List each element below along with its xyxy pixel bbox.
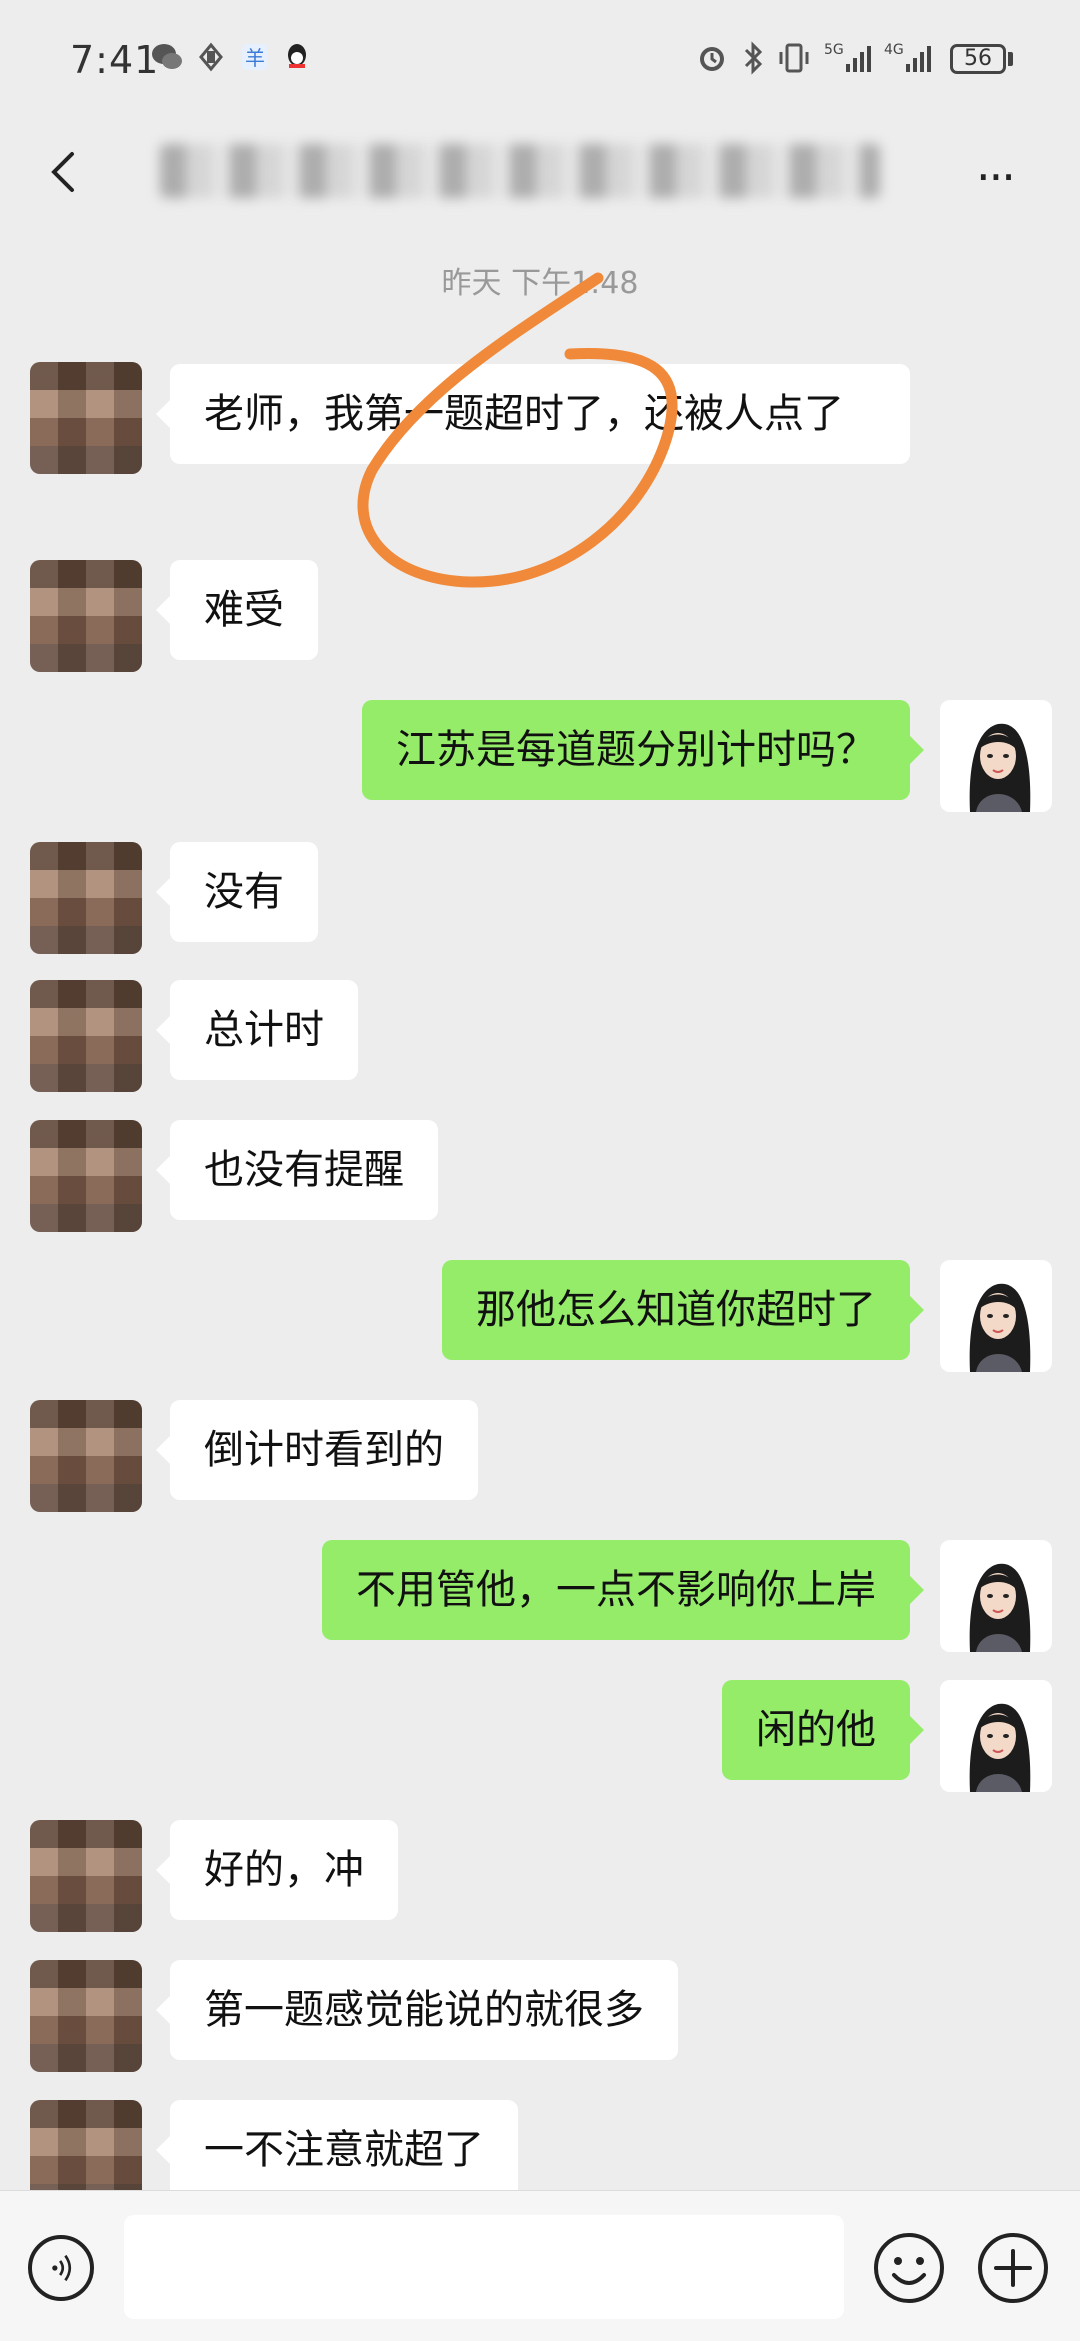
my-avatar[interactable] xyxy=(940,700,1052,812)
wechat-icon xyxy=(152,44,182,69)
message-bubble[interactable]: 好的，冲 xyxy=(156,1820,398,1920)
my-avatar[interactable] xyxy=(940,1540,1052,1652)
message-row: 不用管他，一点不影响你上岸 xyxy=(0,1536,1080,1656)
svg-text:羊: 羊 xyxy=(245,46,265,70)
svg-text:5G: 5G xyxy=(824,42,844,58)
emoji-icon[interactable] xyxy=(872,2231,946,2305)
message-bubble[interactable]: 第一题感觉能说的就很多 xyxy=(156,1960,678,2060)
message-bubble[interactable]: 倒计时看到的 xyxy=(156,1400,478,1500)
hand-app-icon xyxy=(199,42,223,72)
svg-text:4G: 4G xyxy=(884,42,904,58)
signal-4g-icon: 4G xyxy=(884,42,931,72)
contact-avatar[interactable] xyxy=(30,1120,142,1232)
girl-avatar-icon xyxy=(940,1680,1052,1792)
contact-avatar[interactable] xyxy=(30,842,142,954)
plus-icon[interactable] xyxy=(976,2231,1050,2305)
chat-title xyxy=(160,144,880,198)
message-row: 难受 xyxy=(0,556,1080,676)
message-row: 倒计时看到的 xyxy=(0,1396,1080,1516)
message-row: 闲的他 xyxy=(0,1676,1080,1796)
girl-avatar-icon xyxy=(940,700,1052,812)
input-bar xyxy=(0,2190,1080,2341)
sheep-app-icon: 羊 xyxy=(242,44,268,70)
my-avatar[interactable] xyxy=(940,1260,1052,1372)
message-bubble[interactable]: 江苏是每道题分别计时吗？ xyxy=(362,700,924,800)
message-bubble[interactable]: 没有 xyxy=(156,842,318,942)
contact-avatar[interactable] xyxy=(30,560,142,672)
message-bubble[interactable]: 难受 xyxy=(156,560,318,660)
status-time: 7:41 xyxy=(70,38,160,82)
message-row: 老师，我第一题超时了，还被人点了 xyxy=(0,358,1080,528)
message-row: 总计时 xyxy=(0,976,1080,1096)
message-row: 第一题感觉能说的就很多 xyxy=(0,1956,1080,2076)
message-timestamp: 昨天 下午1:48 xyxy=(441,266,639,301)
qq-icon xyxy=(288,44,306,68)
message-bubble[interactable]: 总计时 xyxy=(156,980,358,1080)
contact-avatar[interactable] xyxy=(30,980,142,1092)
more-dots-icon[interactable]: ··· xyxy=(976,150,1016,204)
message-bubble[interactable]: 老师，我第一题超时了，还被人点了 xyxy=(156,364,910,464)
message-row: 一不注意就超了 xyxy=(0,2096,1080,2190)
alarm-icon xyxy=(700,47,724,71)
message-bubble[interactable]: 那他怎么知道你超时了 xyxy=(442,1260,924,1360)
message-row: 也没有提醒 xyxy=(0,1116,1080,1236)
status-bar: 7:41 羊 5G 4G 56 xyxy=(0,0,1080,120)
contact-avatar[interactable] xyxy=(30,2100,142,2190)
message-input[interactable] xyxy=(124,2215,844,2319)
contact-avatar[interactable] xyxy=(30,1960,142,2072)
battery-tip xyxy=(1008,52,1013,66)
my-avatar[interactable] xyxy=(940,1680,1052,1792)
message-row: 那他怎么知道你超时了 xyxy=(0,1256,1080,1376)
message-row: 好的，冲 xyxy=(0,1816,1080,1936)
message-row: 没有 xyxy=(0,838,1080,958)
girl-avatar-icon xyxy=(940,1540,1052,1652)
vibrate-icon xyxy=(779,43,809,73)
bluetooth-icon xyxy=(744,41,763,75)
message-bubble[interactable]: 一不注意就超了 xyxy=(156,2100,518,2190)
voice-icon[interactable] xyxy=(28,2235,94,2301)
battery-indicator: 56 xyxy=(950,44,1006,74)
contact-avatar[interactable] xyxy=(30,362,142,474)
chevron-left-icon[interactable] xyxy=(36,142,96,202)
signal-5g-icon: 5G xyxy=(824,42,871,72)
girl-avatar-icon xyxy=(940,1260,1052,1372)
contact-avatar[interactable] xyxy=(30,1820,142,1932)
message-bubble[interactable]: 不用管他，一点不影响你上岸 xyxy=(322,1540,924,1640)
contact-avatar[interactable] xyxy=(30,1400,142,1512)
message-bubble[interactable]: 闲的他 xyxy=(722,1680,924,1780)
message-bubble[interactable]: 也没有提醒 xyxy=(156,1120,438,1220)
chat-header: ··· xyxy=(0,120,1080,220)
message-row: 江苏是每道题分别计时吗？ xyxy=(0,696,1080,816)
